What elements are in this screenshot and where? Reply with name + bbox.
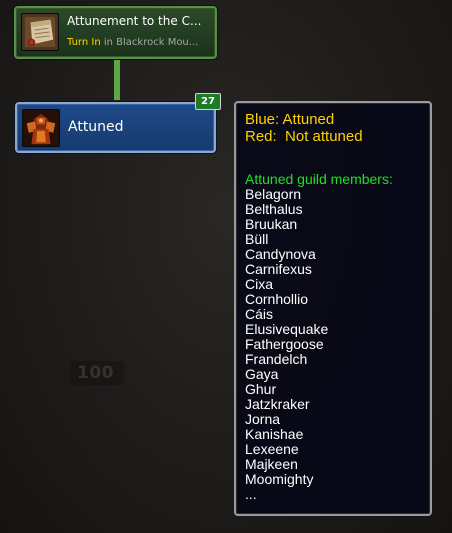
quest-status: Turn In [67, 37, 101, 48]
list-item: Cornhollio [245, 291, 309, 307]
scroll-icon [21, 13, 59, 51]
legend-blue: Blue: Attuned [245, 111, 335, 128]
list-item: Candynova [245, 246, 316, 262]
list-item: Cixa [245, 276, 274, 292]
members-header: Attuned guild members: [245, 171, 393, 187]
list-item: Kanishae [245, 426, 304, 442]
list-item: Frandelch [245, 351, 308, 367]
quest-node[interactable]: Attunement to the C... Turn In in Blackr… [14, 6, 217, 59]
list-item: Jorna [245, 411, 281, 427]
list-item: Gaya [245, 366, 279, 382]
quest-subtitle: Turn In in Blackrock Mou... [67, 37, 215, 48]
legend-red: Red: Not attuned [245, 128, 363, 145]
member-count-badge: 27 [195, 93, 221, 110]
list-item: Moomighty [245, 471, 314, 487]
members-list: Belagorn Belthalus Bruukan Büll Candynov… [245, 187, 430, 502]
list-item: Cáis [245, 306, 274, 322]
list-item: Büll [245, 231, 269, 247]
list-item: Belagorn [245, 186, 302, 202]
list-item: Lexeene [245, 441, 299, 457]
list-item: Majkeen [245, 456, 298, 472]
quest-title: Attunement to the C... [67, 14, 202, 28]
tree-connector-line [114, 60, 120, 100]
list-item: Belthalus [245, 201, 303, 217]
attuned-label: Attuned [68, 119, 124, 135]
attuned-node[interactable]: Attuned [15, 102, 216, 153]
background-faded-counter: 100 [70, 361, 124, 385]
background-faded-number: 100 [77, 363, 114, 383]
list-item: Ghur [245, 381, 277, 397]
quest-location: in Blackrock Mou... [103, 37, 199, 48]
list-item: Jatzkraker [245, 396, 310, 412]
list-item: Fathergoose [245, 336, 324, 352]
attunement-tooltip: Blue: Attuned Red: Not attuned Attuned g… [234, 101, 432, 516]
list-item: Bruukan [245, 216, 298, 232]
list-item: ... [245, 486, 257, 502]
list-item: Carnifexus [245, 261, 312, 277]
armored-warrior-icon [22, 109, 60, 147]
list-item: Elusivequake [245, 321, 329, 337]
